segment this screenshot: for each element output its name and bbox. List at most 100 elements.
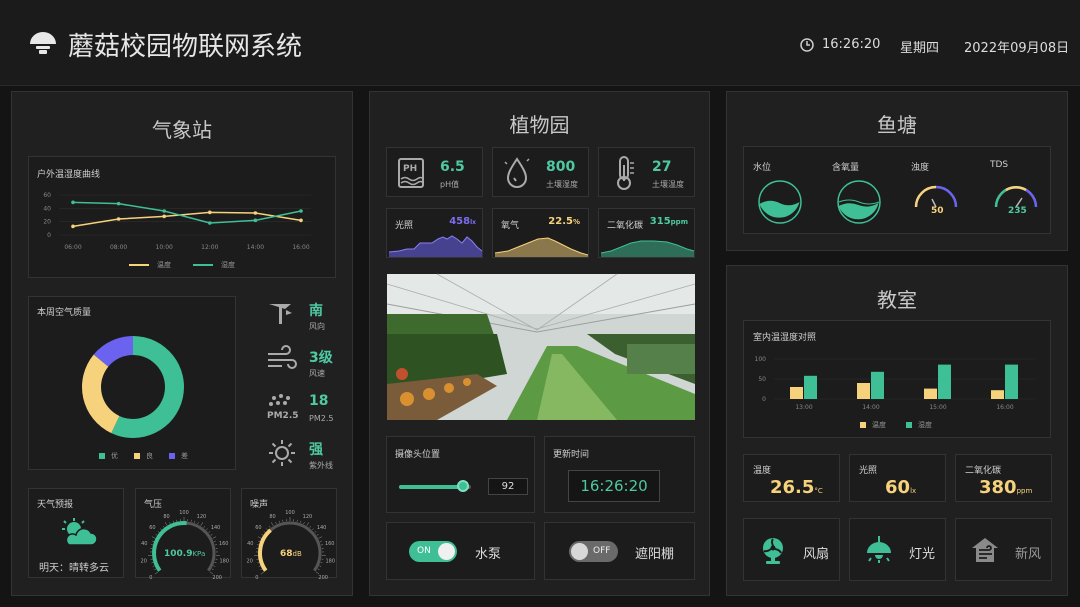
data-point	[253, 211, 258, 215]
update-time-card: 更新时间 16:26:20	[544, 436, 695, 513]
wind-speed-label: 风速	[309, 369, 325, 378]
camera-position-value[interactable]: 92	[488, 478, 528, 495]
gauge-tick-label: 80	[269, 514, 275, 520]
gauge-tick	[300, 520, 302, 523]
bar-humidity	[804, 375, 817, 399]
water-pump-card: ON 水泵	[386, 522, 535, 580]
soil-temperature-card: 27 土壤温度	[598, 147, 695, 197]
noise-card: 噪声 0 20 40 60 80 100 120 140 160 180 200 68dB	[241, 488, 337, 581]
soil-humidity-card: 800 土壤湿度	[492, 147, 589, 197]
water-pump-toggle[interactable]: ON	[409, 541, 457, 562]
y-tick-label: 50	[758, 376, 766, 383]
light-card: 光照 458lx	[386, 208, 483, 258]
toggle-state: ON	[417, 546, 431, 556]
chart-legend: 温度 湿度	[129, 260, 235, 270]
gauge-tick	[257, 536, 262, 539]
gauge-tick	[154, 571, 159, 575]
lamp-label: 灯光	[909, 547, 936, 562]
camera-position-card: 摄像头位置 92	[386, 436, 535, 513]
y-tick-label: 60	[43, 192, 51, 199]
indoor-co2-value: 380ppm	[979, 477, 1033, 498]
noise-value: 68dB	[280, 549, 302, 559]
legend-swatch-temp	[129, 264, 149, 266]
indoor-co2-label: 二氧化碳	[965, 466, 1002, 476]
y-tick-label: 40	[43, 205, 51, 212]
gauge-tick-label: 180	[220, 559, 230, 565]
fresh-air-label: 新风	[1015, 547, 1042, 562]
card-title: 天气预报	[37, 500, 74, 510]
legend-hum: 湿度	[221, 261, 235, 269]
fan-control[interactable]: 风扇	[743, 518, 840, 581]
ph-card: PH 6.5 pH值	[386, 147, 483, 197]
data-point	[299, 218, 303, 223]
gauge-tick-label: 20	[247, 559, 253, 565]
gauge-tick	[151, 536, 156, 539]
svg-text:PM2.5: PM2.5	[267, 411, 299, 421]
gauge-tick	[275, 522, 277, 525]
water-level-gauge	[758, 180, 802, 224]
gauge-tick	[164, 522, 168, 526]
gauge-tick-label: 120	[197, 514, 207, 520]
clock-icon	[800, 38, 814, 52]
gauge-tick-label: 80	[163, 514, 169, 520]
oxygen-gauge	[837, 180, 881, 224]
header-time: 16:26:20	[822, 37, 881, 52]
fan-icon	[763, 538, 783, 564]
x-tick-label: 08:00	[110, 244, 127, 251]
pm25-label: PM2.5	[309, 414, 334, 423]
legend-fair: 良	[146, 452, 153, 460]
bar-temperature	[857, 383, 870, 399]
lamp-control[interactable]: 灯光	[849, 518, 946, 581]
legend-swatch-hum	[906, 422, 912, 428]
data-point	[116, 217, 121, 221]
gauge-tick	[266, 528, 268, 531]
gauge-tick	[318, 536, 323, 539]
app-title: 蘑菇校园物联网系统	[68, 32, 303, 62]
data-point	[162, 209, 166, 213]
gauge-tick	[213, 540, 216, 542]
x-tick-label: 14:00	[247, 244, 264, 251]
legend-hum: 湿度	[918, 421, 932, 429]
y-tick-label: 0	[47, 232, 51, 239]
uv-value: 强	[309, 442, 323, 458]
pm25-icon: PM2.5	[267, 394, 299, 421]
wind-speed-icon	[268, 345, 297, 369]
fresh-air-control[interactable]: 新风	[955, 518, 1052, 581]
pressure-value: 100.9KPa	[164, 549, 206, 559]
gauge-tick	[320, 562, 323, 564]
ph-value: 6.5	[440, 159, 465, 175]
gauge-tick	[194, 520, 196, 523]
legend-swatch-hum	[193, 264, 213, 266]
gauge-tick-label: 40	[141, 541, 147, 547]
gauge-tick	[197, 522, 199, 525]
gauge-tick-label: 0	[255, 575, 258, 581]
indoor-chart-card: 室内温湿度对照 0 50 100 13:00 14:00 15:00 16:00 温度 湿度	[743, 320, 1051, 438]
gauge-tick	[268, 525, 271, 528]
gauge-tick	[317, 568, 320, 571]
gauge-tick	[200, 522, 204, 526]
gauge-tick-label: 140	[317, 525, 327, 531]
data-point	[71, 200, 75, 205]
gauge-fill	[152, 521, 187, 572]
gauge-tick-label: 20	[141, 559, 147, 565]
panel-title: 植物园	[509, 113, 570, 137]
bar-humidity	[938, 364, 951, 399]
indoor-co2-card: 二氧化碳 380ppm	[955, 454, 1052, 502]
wind-direction-label: 风向	[309, 322, 325, 331]
legend-swatch-temp	[860, 422, 866, 428]
x-tick-label: 10:00	[156, 244, 173, 251]
gauge-tick	[314, 531, 317, 533]
noise-gauge: 0 20 40 60 80 100 120 140 160 180 200	[247, 510, 336, 581]
gauge-tick-label: 160	[325, 541, 335, 547]
gauge-tick	[257, 562, 260, 564]
bar-humidity	[871, 371, 884, 399]
x-tick-label: 06:00	[64, 244, 81, 251]
fresh-air-icon	[972, 538, 998, 562]
shade-toggle[interactable]: OFF	[569, 541, 618, 562]
x-tick-label: 14:00	[862, 404, 879, 411]
camera-slider-handle[interactable]	[457, 480, 469, 492]
classroom-panel: 教室 室内温湿度对照 0 50 100 13:00 14:00 15:00 16:00 温度…	[726, 265, 1068, 596]
oxygen-sparkline	[494, 237, 589, 257]
x-tick-label: 16:00	[996, 404, 1013, 411]
bar-humidity	[1005, 364, 1018, 399]
